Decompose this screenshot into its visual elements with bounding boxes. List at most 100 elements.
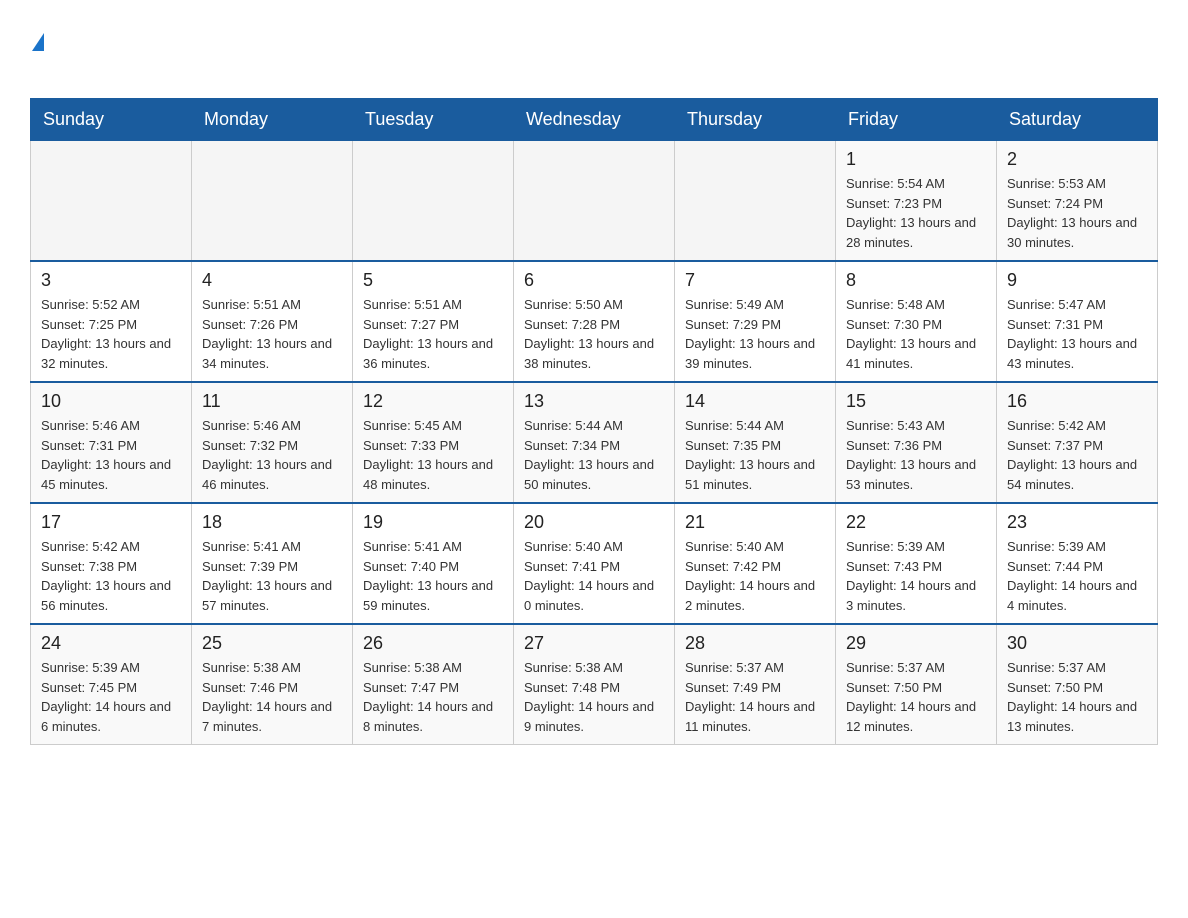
calendar-cell: 4Sunrise: 5:51 AMSunset: 7:26 PMDaylight… <box>192 261 353 382</box>
calendar-cell: 17 Sunrise: 5:42 AMSunset: 7:38 PMDayligh… <box>31 503 192 624</box>
day-number: 23 <box>1007 512 1147 533</box>
logo-triangle-icon <box>32 33 44 51</box>
day-number: 27 <box>524 633 664 654</box>
calendar-cell: 19 Sunrise: 5:41 AMSunset: 7:40 PMDayligh… <box>353 503 514 624</box>
day-number: 15 <box>846 391 986 412</box>
day-number: 9 <box>1007 270 1147 291</box>
day-info: Sunrise: 5:43 AMSunset: 7:36 PMDaylight:… <box>846 416 986 494</box>
calendar-cell: 6Sunrise: 5:50 AMSunset: 7:28 PMDaylight… <box>514 261 675 382</box>
day-info: Sunrise: 5:41 AMSunset: 7:40 PMDaylight:… <box>363 537 503 615</box>
calendar-table: SundayMondayTuesdayWednesdayThursdayFrid… <box>30 98 1158 745</box>
calendar-cell: 30 Sunrise: 5:37 AMSunset: 7:50 PMDayligh… <box>997 624 1158 745</box>
day-info: Sunrise: 5:51 AMSunset: 7:27 PMDaylight:… <box>363 295 503 373</box>
calendar-cell: 28 Sunrise: 5:37 AMSunset: 7:49 PMDayligh… <box>675 624 836 745</box>
day-number: 10 <box>41 391 181 412</box>
day-info: Sunrise: 5:47 AMSunset: 7:31 PMDaylight:… <box>1007 295 1147 373</box>
header-monday: Monday <box>192 99 353 141</box>
day-info: Sunrise: 5:38 AMSunset: 7:47 PMDaylight:… <box>363 658 503 736</box>
calendar-cell: 13 Sunrise: 5:44 AMSunset: 7:34 PMDayligh… <box>514 382 675 503</box>
day-info: Sunrise: 5:46 AMSunset: 7:32 PMDaylight:… <box>202 416 342 494</box>
header-friday: Friday <box>836 99 997 141</box>
day-info: Sunrise: 5:44 AMSunset: 7:34 PMDaylight:… <box>524 416 664 494</box>
day-info: Sunrise: 5:48 AMSunset: 7:30 PMDaylight:… <box>846 295 986 373</box>
day-number: 22 <box>846 512 986 533</box>
page-header <box>30 20 1158 88</box>
calendar-cell <box>514 141 675 262</box>
day-info: Sunrise: 5:40 AMSunset: 7:42 PMDaylight:… <box>685 537 825 615</box>
calendar-cell <box>31 141 192 262</box>
calendar-cell: 5 Sunrise: 5:51 AMSunset: 7:27 PMDaylight… <box>353 261 514 382</box>
calendar-cell: 25 Sunrise: 5:38 AMSunset: 7:46 PMDayligh… <box>192 624 353 745</box>
logo-text <box>30 20 46 54</box>
calendar-cell: 12 Sunrise: 5:45 AMSunset: 7:33 PMDayligh… <box>353 382 514 503</box>
day-number: 16 <box>1007 391 1147 412</box>
day-info: Sunrise: 5:44 AMSunset: 7:35 PMDaylight:… <box>685 416 825 494</box>
day-info: Sunrise: 5:49 AMSunset: 7:29 PMDaylight:… <box>685 295 825 373</box>
header-tuesday: Tuesday <box>353 99 514 141</box>
calendar-cell <box>192 141 353 262</box>
calendar-cell: 1 Sunrise: 5:54 AMSunset: 7:23 PMDaylight… <box>836 141 997 262</box>
day-number: 11 <box>202 391 342 412</box>
logo <box>30 20 62 88</box>
calendar-cell: 18Sunrise: 5:41 AMSunset: 7:39 PMDayligh… <box>192 503 353 624</box>
calendar-cell: 8Sunrise: 5:48 AMSunset: 7:30 PMDaylight… <box>836 261 997 382</box>
day-info: Sunrise: 5:54 AMSunset: 7:23 PMDaylight:… <box>846 174 986 252</box>
header-saturday: Saturday <box>997 99 1158 141</box>
day-number: 1 <box>846 149 986 170</box>
day-info: Sunrise: 5:52 AMSunset: 7:25 PMDaylight:… <box>41 295 181 373</box>
day-info: Sunrise: 5:37 AMSunset: 7:50 PMDaylight:… <box>1007 658 1147 736</box>
day-info: Sunrise: 5:45 AMSunset: 7:33 PMDaylight:… <box>363 416 503 494</box>
logo-blue-text <box>30 54 62 88</box>
day-number: 5 <box>363 270 503 291</box>
day-number: 30 <box>1007 633 1147 654</box>
calendar-cell: 3 Sunrise: 5:52 AMSunset: 7:25 PMDaylight… <box>31 261 192 382</box>
day-number: 26 <box>363 633 503 654</box>
day-info: Sunrise: 5:39 AMSunset: 7:43 PMDaylight:… <box>846 537 986 615</box>
header-thursday: Thursday <box>675 99 836 141</box>
day-info: Sunrise: 5:41 AMSunset: 7:39 PMDaylight:… <box>202 537 342 615</box>
day-number: 14 <box>685 391 825 412</box>
day-number: 6 <box>524 270 664 291</box>
day-number: 24 <box>41 633 181 654</box>
calendar-cell: 26 Sunrise: 5:38 AMSunset: 7:47 PMDayligh… <box>353 624 514 745</box>
calendar-cell <box>675 141 836 262</box>
calendar-cell: 11 Sunrise: 5:46 AMSunset: 7:32 PMDayligh… <box>192 382 353 503</box>
calendar-cell: 16 Sunrise: 5:42 AMSunset: 7:37 PMDayligh… <box>997 382 1158 503</box>
day-info: Sunrise: 5:37 AMSunset: 7:49 PMDaylight:… <box>685 658 825 736</box>
calendar-cell <box>353 141 514 262</box>
day-info: Sunrise: 5:38 AMSunset: 7:48 PMDaylight:… <box>524 658 664 736</box>
day-number: 17 <box>41 512 181 533</box>
calendar-week-row: 24 Sunrise: 5:39 AMSunset: 7:45 PMDayligh… <box>31 624 1158 745</box>
calendar-cell: 15 Sunrise: 5:43 AMSunset: 7:36 PMDayligh… <box>836 382 997 503</box>
calendar-cell: 14 Sunrise: 5:44 AMSunset: 7:35 PMDayligh… <box>675 382 836 503</box>
calendar-cell: 27 Sunrise: 5:38 AMSunset: 7:48 PMDayligh… <box>514 624 675 745</box>
header-wednesday: Wednesday <box>514 99 675 141</box>
calendar-cell: 23 Sunrise: 5:39 AMSunset: 7:44 PMDayligh… <box>997 503 1158 624</box>
day-number: 25 <box>202 633 342 654</box>
day-number: 12 <box>363 391 503 412</box>
day-info: Sunrise: 5:42 AMSunset: 7:37 PMDaylight:… <box>1007 416 1147 494</box>
calendar-week-row: 3 Sunrise: 5:52 AMSunset: 7:25 PMDaylight… <box>31 261 1158 382</box>
day-number: 28 <box>685 633 825 654</box>
calendar-cell: 9 Sunrise: 5:47 AMSunset: 7:31 PMDaylight… <box>997 261 1158 382</box>
header-sunday: Sunday <box>31 99 192 141</box>
day-info: Sunrise: 5:51 AMSunset: 7:26 PMDaylight:… <box>202 295 342 373</box>
calendar-week-row: 1 Sunrise: 5:54 AMSunset: 7:23 PMDaylight… <box>31 141 1158 262</box>
day-number: 19 <box>363 512 503 533</box>
calendar-cell: 2Sunrise: 5:53 AMSunset: 7:24 PMDaylight… <box>997 141 1158 262</box>
day-number: 13 <box>524 391 664 412</box>
calendar-week-row: 10 Sunrise: 5:46 AMSunset: 7:31 PMDayligh… <box>31 382 1158 503</box>
day-number: 21 <box>685 512 825 533</box>
calendar-cell: 7Sunrise: 5:49 AMSunset: 7:29 PMDaylight… <box>675 261 836 382</box>
day-info: Sunrise: 5:39 AMSunset: 7:45 PMDaylight:… <box>41 658 181 736</box>
calendar-cell: 20Sunrise: 5:40 AMSunset: 7:41 PMDayligh… <box>514 503 675 624</box>
day-info: Sunrise: 5:42 AMSunset: 7:38 PMDaylight:… <box>41 537 181 615</box>
day-info: Sunrise: 5:46 AMSunset: 7:31 PMDaylight:… <box>41 416 181 494</box>
day-info: Sunrise: 5:40 AMSunset: 7:41 PMDaylight:… <box>524 537 664 615</box>
calendar-cell: 21 Sunrise: 5:40 AMSunset: 7:42 PMDayligh… <box>675 503 836 624</box>
calendar-cell: 24 Sunrise: 5:39 AMSunset: 7:45 PMDayligh… <box>31 624 192 745</box>
day-number: 3 <box>41 270 181 291</box>
calendar-cell: 29Sunrise: 5:37 AMSunset: 7:50 PMDayligh… <box>836 624 997 745</box>
day-info: Sunrise: 5:38 AMSunset: 7:46 PMDaylight:… <box>202 658 342 736</box>
day-info: Sunrise: 5:39 AMSunset: 7:44 PMDaylight:… <box>1007 537 1147 615</box>
